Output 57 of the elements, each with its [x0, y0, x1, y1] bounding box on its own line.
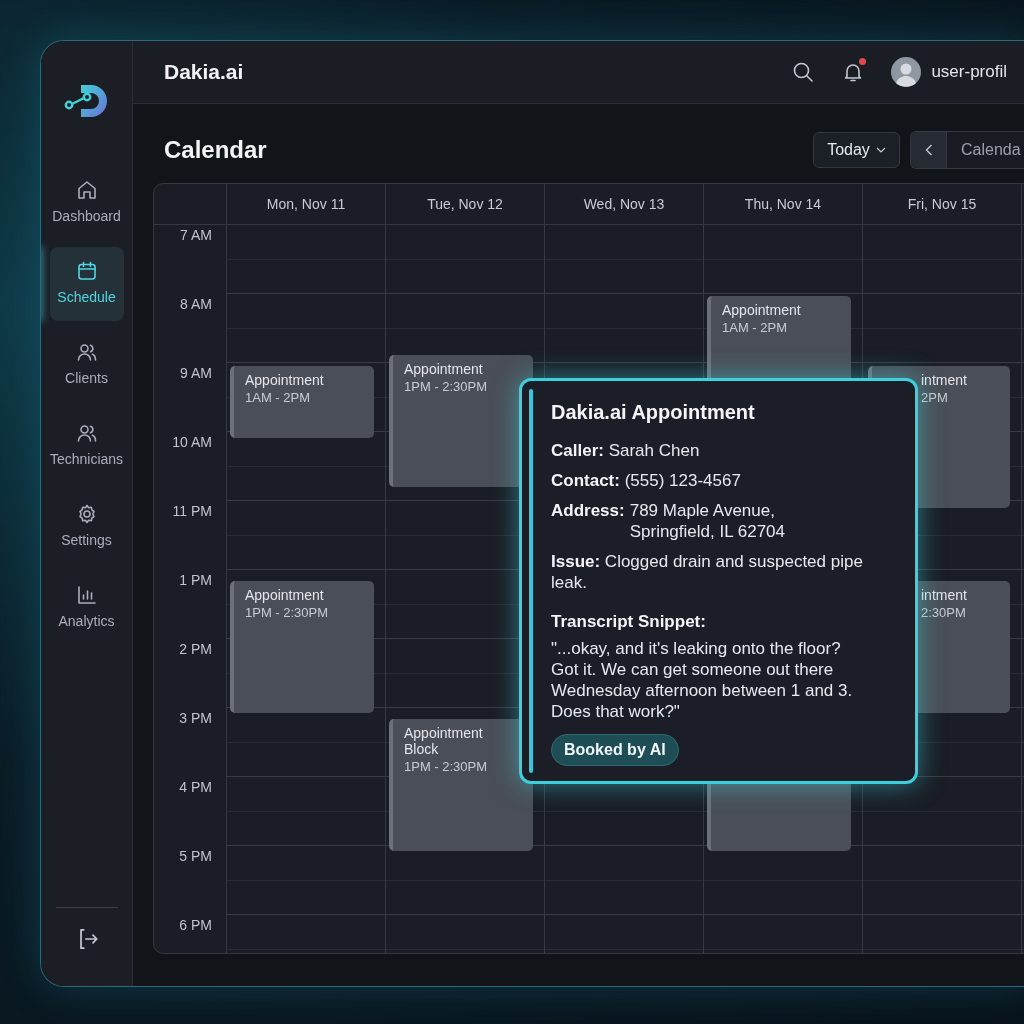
- event-time: 1AM - 2PM: [245, 390, 311, 405]
- chevron-left-icon: [924, 144, 933, 156]
- nav-item[interactable]: Technicians: [49, 409, 124, 483]
- appointment-block[interactable]: Appointment 1PM - 2:30PM: [230, 581, 374, 713]
- hour-label: 1 PM: [179, 572, 212, 588]
- appointment-block[interactable]: Appointment Block 1PM - 2:30PM: [389, 719, 533, 851]
- event-time: 1PM - 2:30PM: [245, 605, 330, 620]
- event-time: 1PM - 2:30PM: [404, 379, 489, 394]
- event-time: 1AM - 2PM: [722, 320, 788, 335]
- app-title: Dakia.ai: [164, 60, 244, 84]
- page-title: Calendar: [164, 136, 267, 164]
- hour-label: 11 PM: [172, 503, 212, 519]
- booked-badge: Booked by AI: [551, 734, 679, 766]
- event-title: Appointment: [722, 302, 802, 318]
- event-title: Appointment Block: [404, 725, 484, 757]
- today-dropdown[interactable]: Today: [813, 132, 900, 168]
- event-title: Appointment: [245, 372, 325, 388]
- day-header: Fri, Nov 15: [862, 184, 1021, 224]
- hour-label: 4 PM: [179, 779, 212, 795]
- hour-label: 8 AM: [180, 296, 212, 312]
- appointment-block[interactable]: Appointment 1PM - 2:30PM: [389, 355, 533, 487]
- event-title: Appointment: [404, 361, 484, 377]
- event-time: 1PM - 2:30PM: [404, 759, 489, 774]
- event-time: 2:30PM: [921, 605, 967, 620]
- address-text: 789 Maple Avenue, Springfield, IL 62704: [629, 500, 786, 542]
- issue-text: Issue: Clogged drain and suspected pipe leak.: [551, 551, 864, 593]
- hour-label: 7 AM: [180, 227, 212, 243]
- day-header: Tue, Nov 12: [385, 184, 544, 224]
- avatar-icon[interactable]: [891, 57, 922, 87]
- day-header: Thu, Nov 14: [703, 184, 862, 224]
- event-time: 2PM: [921, 390, 949, 405]
- transcript-text: "...okay, and it's leaking onto the floor? Got it. We can get someone out there Wednesday afternoon between 1 and 3. Does that work?": [551, 638, 854, 722]
- chevron-down-icon: [875, 147, 886, 153]
- nav-item[interactable]: Analytics: [49, 571, 124, 645]
- hour-label: 9 AM: [180, 365, 212, 381]
- hour-label: 2 PM: [179, 641, 212, 657]
- transcript-heading: Transcript Snippet:: [551, 612, 706, 632]
- nav-item[interactable]: Clients: [49, 328, 124, 402]
- hour-label: 3 PM: [179, 710, 212, 726]
- address-label: Address:: [551, 500, 625, 522]
- nav-item[interactable]: Schedule: [49, 247, 124, 321]
- caller-text: Caller: Sarah Chen: [551, 440, 700, 461]
- event-title: intment: [921, 372, 968, 388]
- view-button[interactable]: Calenda: [947, 132, 1024, 168]
- event-title: intment: [921, 587, 968, 603]
- day-header: Wed, Nov 13: [544, 184, 703, 224]
- event-title: Appointment: [245, 587, 325, 603]
- nav-item[interactable]: Dashboard: [49, 166, 124, 240]
- hour-label: 6 PM: [179, 917, 212, 933]
- day-header: Mon, Nov 11: [226, 184, 385, 224]
- contact-text: Contact: (555) 123-4567: [551, 470, 741, 491]
- hour-label: 10 AM: [172, 434, 212, 450]
- user-name[interactable]: user-profil: [931, 62, 1007, 82]
- nav-item[interactable]: Settings: [49, 490, 124, 564]
- hour-label: 5 PM: [179, 848, 212, 864]
- appointment-block[interactable]: Appointment 1AM - 2PM: [230, 366, 374, 438]
- search-icon: [791, 60, 816, 84]
